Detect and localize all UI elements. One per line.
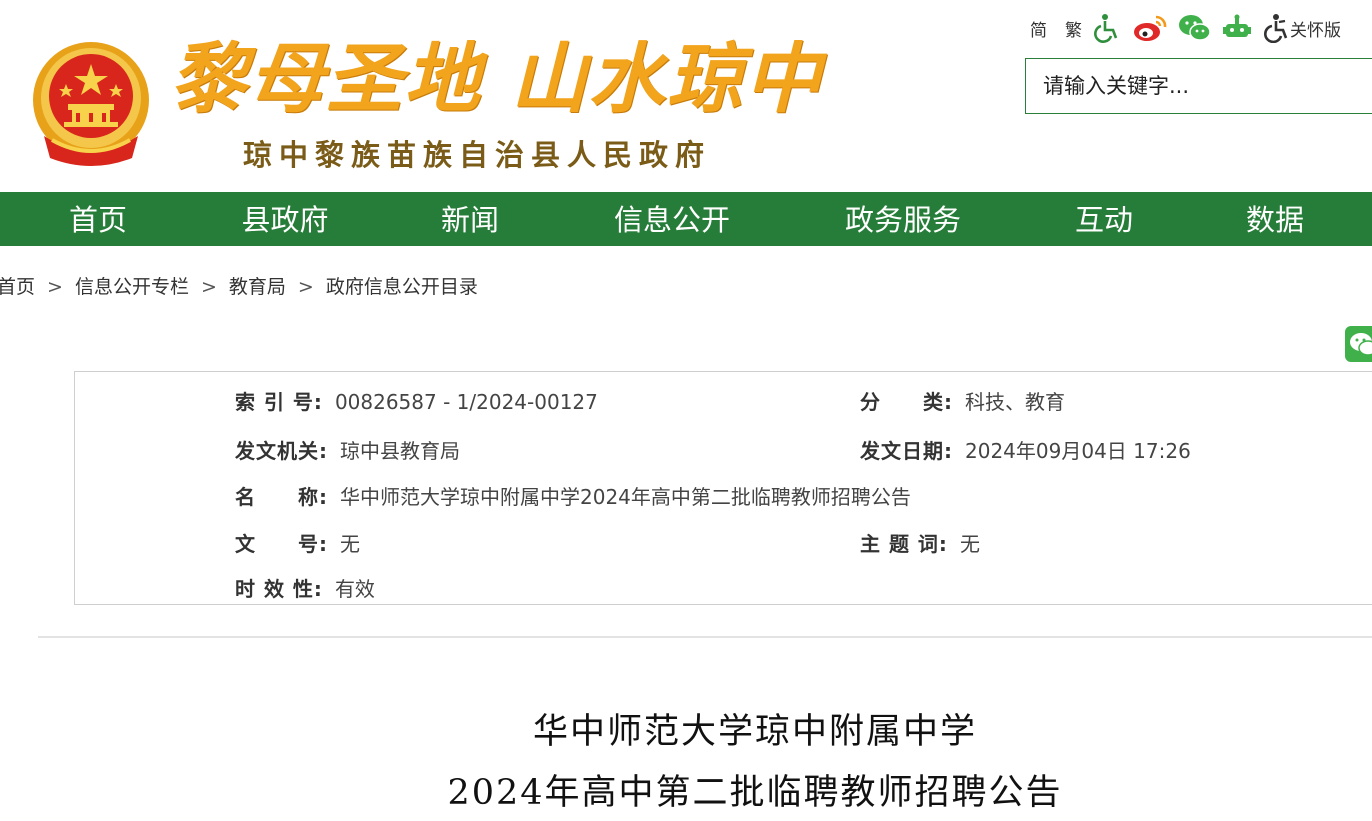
field-label: 主 题 词: (860, 532, 948, 556)
field-label: 分 类: (860, 390, 953, 414)
field-label: 索 引 号: (235, 390, 323, 414)
field-value: 有效 (334, 577, 375, 601)
breadcrumb: 首页 > 信息公开专栏 > 教育局 > 政府信息公开目录 (0, 272, 478, 299)
care-mode-link[interactable]: 关怀版 (1262, 13, 1341, 43)
wechat-icon[interactable] (1178, 13, 1212, 43)
elderly-care-icon (1263, 14, 1288, 43)
content-divider (38, 636, 1372, 638)
breadcrumb-separator: > (297, 276, 314, 298)
field-value: 00826587 - 1/2024-00127 (334, 390, 598, 414)
nav-item-news[interactable]: 新闻 (441, 192, 499, 246)
nav-item-home[interactable]: 首页 (69, 192, 127, 246)
field-category: 分 类: 科技、教育 (860, 386, 1065, 415)
search-input[interactable] (1026, 59, 1363, 113)
field-title: 名 称: 华中师范大学琼中附属中学2024年高中第二批临聘教师招聘公告 (235, 481, 911, 510)
accessibility-icon[interactable] (1092, 13, 1122, 43)
field-keywords: 主 题 词: 无 (860, 528, 980, 557)
breadcrumb-home[interactable]: 首页 (0, 276, 35, 298)
article-title-line-2: 2024年高中第二批临聘教师招聘公告 (447, 773, 1063, 813)
care-mode-label: 关怀版 (1290, 20, 1341, 41)
search-box (1025, 58, 1372, 114)
breadcrumb-separator: > (200, 276, 217, 298)
field-value: 琼中县教育局 (340, 439, 460, 463)
nav-item-county-gov[interactable]: 县政府 (241, 192, 328, 246)
national-emblem-icon (33, 42, 149, 166)
side-wechat-share[interactable] (1345, 326, 1372, 362)
field-label: 时 效 性: (235, 577, 323, 601)
breadcrumb-separator: > (47, 276, 63, 298)
breadcrumb-catalog[interactable]: 政府信息公开目录 (326, 276, 478, 298)
field-label: 文 号: (235, 532, 328, 556)
article-title-line-1: 华中师范大学琼中附属中学 (532, 712, 977, 752)
site-slogan: 黎母圣地 山水琼中 (170, 34, 823, 123)
field-value: 无 (340, 532, 360, 556)
field-label: 发文日期: (860, 439, 953, 463)
nav-item-interaction[interactable]: 互动 (1075, 192, 1133, 246)
field-validity: 时 效 性: 有效 (235, 573, 375, 602)
nav-item-info-public[interactable]: 信息公开 (614, 192, 730, 246)
weibo-icon[interactable] (1132, 13, 1168, 43)
field-value: 华中师范大学琼中附属中学2024年高中第二批临聘教师招聘公告 (340, 485, 911, 509)
nav-item-data[interactable]: 数据 (1246, 192, 1304, 246)
wechat-icon (1350, 333, 1372, 356)
robot-icon[interactable] (1222, 13, 1252, 43)
document-info-box: 索 引 号: 00826587 - 1/2024-00127 分 类: 科技、教育 … (74, 371, 1372, 605)
field-index-number: 索 引 号: 00826587 - 1/2024-00127 (235, 386, 598, 415)
breadcrumb-education-bureau[interactable]: 教育局 (229, 276, 286, 298)
field-document-number: 文 号: 无 (235, 528, 360, 557)
top-toolbar: 简 繁 关怀版 (1030, 10, 1372, 46)
field-label: 名 称: (235, 485, 328, 509)
traditional-chinese-link[interactable]: 繁 (1065, 16, 1082, 41)
breadcrumb-info-column[interactable]: 信息公开专栏 (75, 276, 189, 298)
site-subtitle: 琼中黎族苗族自治县人民政府 (243, 138, 712, 172)
field-value: 2024年09月04日 17:26 (965, 439, 1191, 463)
simplified-chinese-link[interactable]: 简 (1030, 16, 1047, 41)
field-label: 发文机关: (235, 439, 328, 463)
field-value: 无 (959, 532, 980, 556)
nav-item-gov-service[interactable]: 政务服务 (845, 192, 961, 246)
field-value: 科技、教育 (965, 390, 1065, 414)
main-nav: 首页 县政府 新闻 信息公开 政务服务 互动 数据 (0, 192, 1372, 246)
field-issue-date: 发文日期: 2024年09月04日 17:26 (860, 435, 1191, 464)
field-issuer: 发文机关: 琼中县教育局 (235, 435, 460, 464)
